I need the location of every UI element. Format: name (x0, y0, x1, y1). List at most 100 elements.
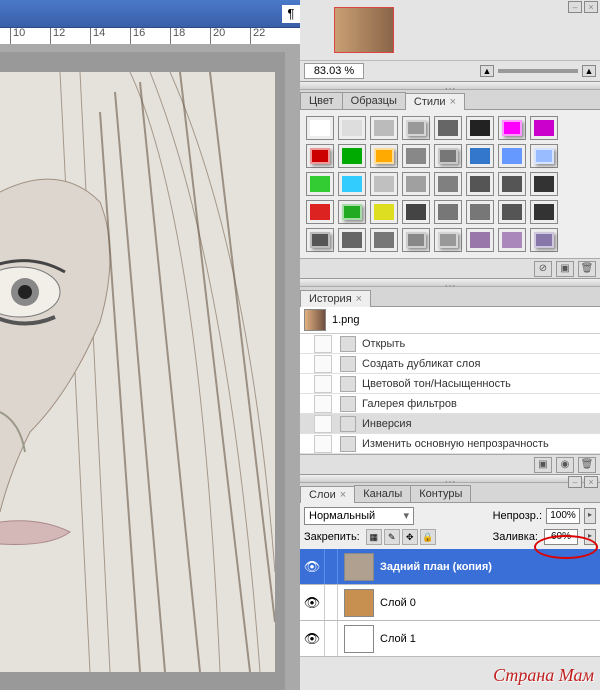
tab-channels[interactable]: Каналы (354, 485, 411, 502)
style-swatch[interactable] (338, 144, 366, 168)
lock-move-icon[interactable]: ✥ (402, 529, 418, 545)
style-swatch[interactable] (338, 116, 366, 140)
style-swatch[interactable] (434, 116, 462, 140)
history-step-icon (340, 396, 356, 412)
visibility-eye-icon[interactable]: 👁 (300, 559, 324, 575)
style-swatch[interactable] (530, 116, 558, 140)
tab-layers[interactable]: Слои× (300, 486, 355, 503)
style-swatch[interactable] (306, 200, 334, 224)
panel-grip[interactable]: ⋯ –× (300, 475, 600, 483)
zoom-in-icon[interactable]: ▲ (582, 65, 596, 77)
style-swatch[interactable] (402, 116, 430, 140)
history-item[interactable]: Изменить основную непрозрачность (300, 434, 600, 454)
history-item[interactable]: Создать дубликат слоя (300, 354, 600, 374)
navigator-zoom-row: 83.03 % ▲ ▲ (300, 60, 600, 81)
history-item[interactable]: Цветовой тон/Насыщенность (300, 374, 600, 394)
style-swatch[interactable] (306, 172, 334, 196)
create-document-icon[interactable]: ▣ (534, 457, 552, 473)
style-swatch[interactable] (434, 200, 462, 224)
tab-history[interactable]: История× (300, 290, 371, 307)
snapshot-icon[interactable]: ◉ (556, 457, 574, 473)
style-swatch[interactable] (338, 200, 366, 224)
lock-all-icon[interactable]: 🔒 (420, 529, 436, 545)
tab-close-icon[interactable]: × (450, 96, 456, 108)
zoom-out-icon[interactable]: ▲ (480, 65, 494, 77)
style-swatch[interactable] (402, 144, 430, 168)
style-swatch[interactable] (338, 172, 366, 196)
style-swatch[interactable] (306, 116, 334, 140)
navigator-thumb[interactable] (334, 7, 394, 53)
tab-close-icon[interactable]: × (356, 293, 362, 305)
layer-thumb (344, 625, 374, 653)
style-swatch[interactable] (402, 228, 430, 252)
style-swatch[interactable] (306, 144, 334, 168)
style-swatch[interactable] (498, 144, 526, 168)
panel-minimize-icon[interactable]: – (568, 476, 582, 488)
panel-close-icon[interactable]: × (584, 476, 598, 488)
layer-thumb (344, 553, 374, 581)
history-item[interactable]: Открыть (300, 334, 600, 354)
panel-grip[interactable]: ⋯ –× (300, 82, 600, 90)
style-swatch[interactable] (530, 172, 558, 196)
lock-transparency-icon[interactable]: ▦ (366, 529, 382, 545)
layer-item[interactable]: 👁 Слой 1 (300, 621, 600, 657)
visibility-eye-icon[interactable]: 👁 (300, 631, 324, 647)
history-step-icon (340, 336, 356, 352)
style-swatch[interactable] (498, 200, 526, 224)
lock-paint-icon[interactable]: ✎ (384, 529, 400, 545)
style-swatch[interactable] (466, 116, 494, 140)
tab-styles[interactable]: Стили× (405, 93, 465, 110)
style-swatch[interactable] (434, 172, 462, 196)
panel-close-icon[interactable]: × (584, 1, 598, 13)
visibility-eye-icon[interactable]: 👁 (300, 595, 324, 611)
history-step-icon (340, 376, 356, 392)
blend-mode-select[interactable]: Нормальный (304, 507, 414, 525)
fill-arrow-icon[interactable]: ▸ (584, 529, 596, 545)
style-swatch[interactable] (434, 144, 462, 168)
style-swatch[interactable] (306, 228, 334, 252)
style-swatch[interactable] (466, 228, 494, 252)
style-swatch[interactable] (370, 116, 398, 140)
lock-label: Закрепить: (304, 531, 360, 543)
history-item[interactable]: Инверсия (300, 414, 600, 434)
style-swatch[interactable] (466, 144, 494, 168)
style-swatch[interactable] (498, 116, 526, 140)
panel-grip[interactable]: ⋯ –× (300, 279, 600, 287)
style-swatch[interactable] (402, 172, 430, 196)
layer-item[interactable]: 👁Слой 0 (300, 585, 600, 621)
style-swatch[interactable] (530, 200, 558, 224)
style-swatch[interactable] (338, 228, 366, 252)
paragraph-icon[interactable]: ¶ (282, 5, 300, 23)
history-item[interactable]: Галерея фильтров (300, 394, 600, 414)
tab-color[interactable]: Цвет (300, 92, 343, 109)
opacity-arrow-icon[interactable]: ▸ (584, 508, 596, 524)
delete-icon[interactable]: 🗑 (578, 457, 596, 473)
delete-icon[interactable]: 🗑 (578, 261, 596, 277)
tab-paths[interactable]: Контуры (410, 485, 471, 502)
style-swatch[interactable] (402, 200, 430, 224)
style-swatch[interactable] (466, 200, 494, 224)
new-style-icon[interactable]: ▣ (556, 261, 574, 277)
layer-item[interactable]: 👁Задний план (копия) (300, 549, 600, 585)
zoom-value[interactable]: 83.03 % (304, 63, 364, 79)
style-swatch[interactable] (434, 228, 462, 252)
style-swatch[interactable] (370, 144, 398, 168)
style-swatch[interactable] (498, 228, 526, 252)
no-style-icon[interactable]: ⊘ (534, 261, 552, 277)
canvas-area[interactable] (0, 52, 285, 690)
history-file-row[interactable]: 1.png (300, 307, 600, 334)
panel-minimize-icon[interactable]: – (568, 1, 582, 13)
tab-swatches-samples[interactable]: Образцы (342, 92, 406, 109)
style-swatch[interactable] (466, 172, 494, 196)
style-swatch[interactable] (370, 228, 398, 252)
tab-close-icon[interactable]: × (340, 489, 346, 501)
layers-panel: ⋯ –× Слои× Каналы Контуры Нормальный Неп… (300, 474, 600, 657)
layer-name: Слой 1 (380, 633, 416, 645)
style-swatch[interactable] (370, 200, 398, 224)
style-swatch[interactable] (530, 228, 558, 252)
style-swatch[interactable] (530, 144, 558, 168)
style-swatch[interactable] (498, 172, 526, 196)
fill-input[interactable]: 60% (544, 529, 578, 545)
opacity-input[interactable]: 100% (546, 508, 580, 524)
style-swatch[interactable] (370, 172, 398, 196)
